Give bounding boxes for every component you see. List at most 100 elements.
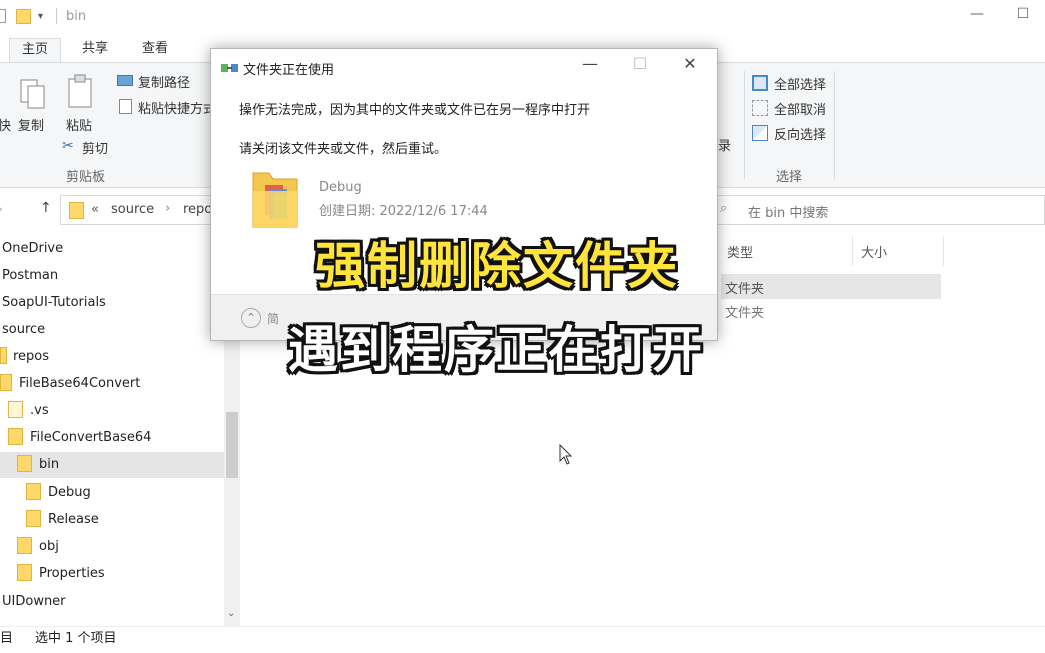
folder-icon — [251, 167, 299, 229]
nav-item-label: obj — [39, 539, 59, 554]
nav-item-label: Postman — [2, 268, 59, 283]
status-bar: 目 选中 1 个项目 — [0, 626, 1045, 653]
select-none-icon — [752, 100, 768, 116]
ribbon-separator — [744, 71, 745, 179]
copy-path-icon — [117, 75, 133, 86]
dialog-file-date: 创建日期: 2022/12/6 17:44 — [319, 204, 488, 219]
nav-item-source[interactable]: source — [0, 317, 224, 343]
nav-item-label: source — [2, 322, 46, 337]
folder-icon — [26, 510, 41, 527]
row-type-cell: 文件夹 — [725, 282, 765, 297]
properties-icon[interactable] — [0, 9, 6, 23]
nav-item-postman[interactable]: Postman — [0, 263, 224, 289]
nav-item-label: FileBase64Convert — [19, 376, 141, 391]
folder-icon — [0, 374, 12, 391]
mouse-cursor-icon — [559, 443, 573, 470]
dialog-title: 文件夹正在使用 — [243, 63, 335, 78]
nav-item-bin[interactable]: bin — [0, 452, 224, 478]
nav-item-debug[interactable]: Debug — [0, 480, 224, 506]
minimize-button[interactable]: — — [962, 6, 992, 26]
column-header-type[interactable]: 类型 — [727, 242, 753, 261]
nav-item-repos[interactable]: repos — [0, 344, 224, 370]
select-none-button[interactable]: 全部取消 — [774, 99, 826, 118]
scissors-icon: ✂ — [62, 138, 74, 154]
nav-item-soapui-tutorials[interactable]: SoapUI-Tutorials — [0, 290, 224, 316]
caption-subheadline: 遇到程序正在打开 — [288, 321, 704, 379]
nav-item-label: .vs — [30, 403, 49, 418]
tab-home[interactable]: 主页 — [9, 38, 62, 62]
column-header-size[interactable]: 大小 — [861, 242, 887, 261]
title-divider — [56, 8, 57, 24]
nav-item-uidowner[interactable]: UIDowner — [0, 589, 224, 615]
column-separator[interactable] — [943, 236, 944, 266]
table-row[interactable]: 文件夹 — [721, 274, 941, 299]
nav-item-vs[interactable]: .vs — [0, 398, 224, 424]
paste-shortcut-button[interactable]: 粘贴快捷方式 — [138, 98, 210, 117]
nav-item-label: FileConvertBase64 — [30, 430, 152, 445]
nav-item-onedrive[interactable]: OneDrive — [0, 236, 224, 262]
invert-selection-button[interactable]: 反向选择 — [774, 124, 826, 143]
nav-item-label: OneDrive — [2, 241, 64, 256]
title-bar: ▾ bin — ☐ — [0, 0, 1045, 34]
open-group-partial-label: 录 — [718, 139, 732, 154]
nav-item-label: Properties — [39, 566, 105, 581]
paste-icon[interactable] — [66, 73, 96, 111]
copy-icon[interactable] — [18, 77, 48, 111]
dialog-file-name: Debug — [319, 180, 362, 195]
breadcrumb-overflow-icon[interactable]: « — [91, 202, 99, 217]
chevron-up-icon[interactable]: ⌃ — [241, 308, 261, 328]
nav-item-label: SoapUI-Tutorials — [2, 295, 106, 310]
up-arrow-icon[interactable]: ↑ — [40, 200, 52, 216]
cut-button[interactable]: 剪切 — [82, 138, 108, 157]
nav-item-properties[interactable]: Properties — [0, 561, 224, 587]
folder-icon — [17, 564, 32, 581]
folder-icon — [69, 202, 84, 219]
folder-icon — [8, 401, 23, 418]
paste-shortcut-icon — [119, 99, 132, 114]
paste-button[interactable]: 粘贴 — [66, 115, 92, 134]
column-separator[interactable] — [852, 236, 853, 266]
scroll-down-icon[interactable]: ⌄ — [227, 608, 235, 619]
search-input[interactable]: ⌕ 在 bin 中搜索 — [715, 195, 1045, 225]
search-placeholder: 在 bin 中搜索 — [748, 206, 829, 221]
pin-button-label[interactable]: 快 — [0, 115, 11, 134]
dialog-minimize-button[interactable]: — — [575, 54, 605, 78]
dialog-close-button[interactable]: ✕ — [675, 54, 705, 78]
select-all-button[interactable]: 全部选择 — [774, 74, 826, 93]
tab-view[interactable]: 查看 — [130, 38, 180, 62]
nav-item-label: Debug — [48, 485, 91, 500]
folder-icon — [0, 347, 7, 364]
nav-item-obj[interactable]: obj — [0, 534, 224, 560]
forward-arrow-icon[interactable]: › — [0, 202, 3, 216]
file-operation-icon — [221, 61, 239, 79]
nav-scrollbar-thumb[interactable] — [226, 412, 238, 478]
maximize-button[interactable]: ☐ — [1008, 6, 1038, 26]
nav-item-release[interactable]: Release — [0, 507, 224, 533]
breadcrumb-repo[interactable]: repo — [183, 202, 212, 217]
copy-button[interactable]: 复制 — [18, 115, 44, 134]
nav-item-fileconvertbase64[interactable]: FileConvertBase64 — [0, 425, 224, 451]
dialog-message: 操作无法完成，因为其中的文件夹或文件已在另一程序中打开 — [239, 103, 591, 118]
navigation-pane: OneDrive Postman SoapUI-Tutorials source… — [0, 236, 240, 626]
folder-icon — [26, 483, 41, 500]
folder-icon — [8, 428, 23, 445]
breadcrumb-source[interactable]: source — [111, 202, 154, 217]
dialog-instruction: 请关闭该文件夹或文件，然后重试。 — [239, 142, 448, 157]
dialog-maximize-button[interactable]: ☐ — [625, 54, 655, 78]
clipboard-group-label: 剪贴板 — [66, 170, 106, 185]
caption-headline: 强制删除文件夹 — [315, 237, 679, 295]
copy-path-button[interactable]: 复制路径 — [138, 72, 190, 91]
breadcrumb-separator-icon: › — [165, 201, 171, 216]
ribbon-separator — [834, 71, 835, 179]
nav-item-label: repos — [13, 349, 50, 364]
nav-item-label: bin — [39, 457, 60, 472]
window-title: bin — [66, 9, 87, 24]
tab-share[interactable]: 共享 — [70, 38, 120, 62]
item-count-label: 目 — [0, 631, 14, 646]
folder-icon[interactable] — [16, 9, 31, 24]
dialog-details-label[interactable]: 简 — [267, 310, 279, 327]
table-row[interactable]: 文件夹 — [721, 299, 941, 324]
row-type-cell: 文件夹 — [725, 306, 765, 321]
nav-item-filebase64convert[interactable]: FileBase64Convert — [0, 371, 224, 397]
quick-access-dropdown-icon[interactable]: ▾ — [38, 11, 43, 22]
